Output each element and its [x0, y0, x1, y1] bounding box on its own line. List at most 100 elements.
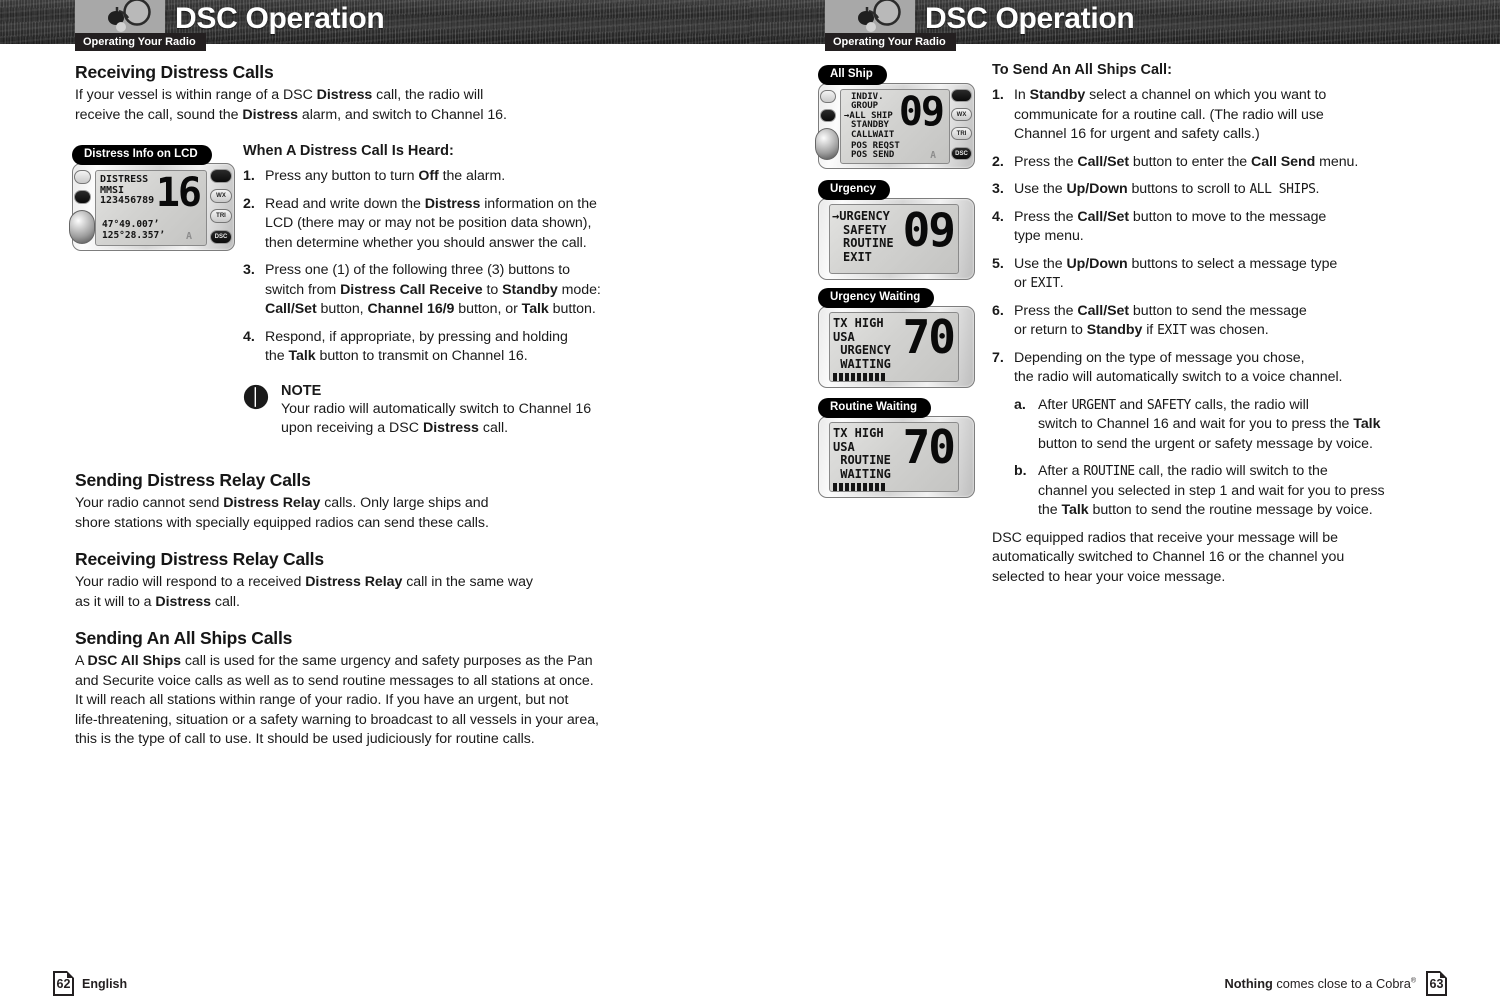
- radio-left-button-1[interactable]: [74, 170, 91, 184]
- radio-right-button-1[interactable]: [951, 89, 972, 102]
- radio-right-button-dsc[interactable]: DSC: [210, 230, 232, 244]
- radio-right-button-wx[interactable]: WX: [210, 189, 232, 203]
- step-number: 3.: [992, 181, 1004, 197]
- step-item: 1. In Standby select a channel on which y…: [992, 86, 1452, 145]
- lcd-menu-item-routine: ROUTINE: [843, 236, 894, 250]
- microphone-icon: [108, 0, 151, 32]
- lcd-channel-number: 70: [902, 312, 956, 364]
- lcd-menu-list: INDIV. GROUP →ALL SHIP STANDBY CALLWAIT …: [844, 92, 900, 161]
- step-text: Press one (1) of the following three (3)…: [265, 262, 601, 317]
- step-text: Use the Up/Down buttons to select a mess…: [1014, 255, 1338, 292]
- lcd-channel-number: 09: [902, 204, 956, 257]
- lcd-status-lines: TX HIGH USA URGENCY WAITING: [833, 316, 891, 381]
- lcd-channel-number: 09: [898, 89, 945, 135]
- lcd-channel-number: 16: [155, 170, 202, 216]
- lcd-screen-routine-waiting: TX HIGH USA ROUTINE WAITING 70: [829, 422, 959, 492]
- step-text: Press the Call/Set button to enter the C…: [1014, 153, 1359, 170]
- lcd-screen-all-ship: INDIV. GROUP →ALL SHIP STANDBY CALLWAIT …: [840, 89, 950, 164]
- header-logo-box-left: [75, 0, 165, 33]
- page-number-left: 62: [53, 971, 74, 996]
- radio-right-button-wx[interactable]: WX: [951, 108, 972, 121]
- radio-volume-knob[interactable]: [815, 128, 839, 160]
- radio-left-button-2[interactable]: [820, 109, 836, 122]
- note-text: Your radio will automatically switch to …: [281, 400, 592, 437]
- radio-body: WX TRI DSC DISTRESS MMSI 123456789 47°49…: [69, 163, 235, 251]
- radio-left-button-1[interactable]: [820, 90, 836, 103]
- step-item: 1. Press any button to turn Off the alarm…: [243, 167, 658, 187]
- lcd-screen-urgency-waiting: TX HIGH USA URGENCY WAITING 70: [829, 312, 959, 382]
- step-text: Read and write down the Distress informa…: [265, 195, 597, 251]
- footer-right: Nothing comes close to a Cobra® 63: [750, 948, 1500, 1008]
- radio-volume-knob[interactable]: [69, 210, 95, 244]
- lcd-menu-item-exit: EXIT: [843, 249, 872, 264]
- step-item: 6. Press the Call/Set button to send the …: [992, 302, 1452, 341]
- breadcrumb-right: Operating Your Radio: [825, 33, 956, 51]
- radio-right-button-dsc[interactable]: DSC: [951, 147, 972, 160]
- footer-tagline: Nothing comes close to a Cobra®: [1225, 976, 1417, 991]
- footer-tagline-rest: comes close to a Cobra: [1272, 976, 1411, 991]
- heading-receiving-distress-relay-calls: Receiving Distress Relay Calls: [75, 549, 324, 569]
- substep-text: After URGENT and SAFETY calls, the radio…: [1038, 396, 1381, 452]
- step-number: 4.: [243, 328, 255, 345]
- lcd-menu-item-safety: SAFETY: [843, 222, 887, 237]
- step-item: 2. Press the Call/Set button to enter the…: [992, 153, 1452, 173]
- step-item: 4. Respond, if appropriate, by pressing a…: [243, 328, 658, 367]
- lcd-line-tx-high: TX HIGH: [833, 316, 884, 330]
- microphone-icon: [858, 0, 901, 32]
- lcd-line-tx-high: TX HIGH: [833, 426, 884, 440]
- lcd-band-indicator: A: [185, 231, 192, 242]
- radio-body: WX TRI DSC INDIV. GROUP →ALL SHIP STANDB…: [815, 83, 975, 169]
- step-number: 2.: [992, 153, 1004, 170]
- lcd-menu-item-callwait: CALLWAIT: [851, 129, 895, 140]
- figure-label-routine-waiting: Routine Waiting: [818, 398, 932, 418]
- step-number: 6.: [992, 302, 1004, 319]
- figure-label-urgency: Urgency: [818, 180, 891, 200]
- footer-left: 62 English: [0, 948, 750, 1008]
- subheading-when-distress-heard: When A Distress Call Is Heard:: [243, 143, 454, 159]
- lcd-menu-item-pos-send: POS SEND: [851, 150, 895, 161]
- radio-right-button-tri[interactable]: TRI: [210, 209, 232, 223]
- radio-right-button-1[interactable]: [210, 169, 232, 183]
- note-title: NOTE: [281, 382, 322, 399]
- lcd-line-mmsi-value: 123456789: [100, 195, 155, 206]
- note-block: NOTE Your radio will automatically switc…: [243, 383, 658, 439]
- step-text: Press any button to turn Off the alarm.: [265, 168, 506, 184]
- step-text: Depending on the type of message you cho…: [1014, 350, 1452, 521]
- figure-urgency: Urgency →URGENCY SAFETY ROUTINE EXIT 09: [818, 180, 983, 288]
- substep-number: a.: [1014, 396, 1026, 413]
- step-item: 2. Read and write down the Distress infor…: [243, 195, 658, 254]
- step-text: Press the Call/Set button to send the me…: [1014, 302, 1307, 339]
- heading-sending-all-ships-calls: Sending An All Ships Calls: [75, 628, 293, 648]
- substep-text: After a ROUTINE call, the radio will swi…: [1038, 463, 1385, 518]
- figure-routine-waiting: Routine Waiting TX HIGH USA ROUTINE WAIT…: [818, 398, 983, 506]
- right-substep-list: a. After URGENT and SAFETY calls, the rad…: [1014, 396, 1452, 521]
- step-item: 4. Press the Call/Set button to move to t…: [992, 208, 1452, 247]
- breadcrumb-left: Operating Your Radio: [75, 33, 206, 51]
- lcd-line-urgency: URGENCY: [833, 343, 891, 357]
- lcd-screen-distress: DISTRESS MMSI 123456789 47°49.007’ 125°2…: [95, 170, 207, 246]
- substep-number: b.: [1014, 463, 1027, 479]
- lcd-line-usa: USA: [833, 329, 855, 344]
- lcd-line-distress: DISTRESS: [100, 174, 149, 185]
- step-text: Press the Call/Set button to move to the…: [1014, 208, 1327, 245]
- radio-left-button-2[interactable]: [74, 190, 91, 204]
- substep-item: b. After a ROUTINE call, the radio will s…: [1014, 462, 1452, 521]
- paragraph-sending-all-ships-calls: A DSC All Ships call is used for the sam…: [75, 653, 599, 747]
- lcd-menu-item-all-ship: →ALL SHIP: [844, 110, 893, 121]
- lcd-line-routine: ROUTINE: [833, 453, 891, 467]
- page-left: DSC Operation Operating Your Radio Recei…: [0, 0, 750, 1008]
- page-number-right: 63: [1426, 971, 1447, 996]
- lcd-band-indicator: A: [930, 150, 936, 161]
- radio-right-button-tri[interactable]: TRI: [951, 127, 972, 140]
- lcd-status-lines: TX HIGH USA ROUTINE WAITING: [833, 426, 891, 491]
- figure-label-distress-info: Distress Info on LCD: [72, 145, 212, 165]
- step-number: 3.: [243, 262, 255, 278]
- lcd-signal-bargraph: [833, 373, 891, 381]
- figure-all-ship: All Ship WX TRI DSC INDIV. GROUP →ALL SH…: [815, 65, 983, 175]
- step-number: 1.: [243, 168, 255, 184]
- page-title-right: DSC Operation: [925, 2, 1135, 35]
- step-number: 2.: [243, 195, 255, 212]
- heading-sending-distress-relay-calls: Sending Distress Relay Calls: [75, 470, 311, 490]
- radio-body: →URGENCY SAFETY ROUTINE EXIT 09: [818, 198, 975, 280]
- step-number: 4.: [992, 208, 1004, 225]
